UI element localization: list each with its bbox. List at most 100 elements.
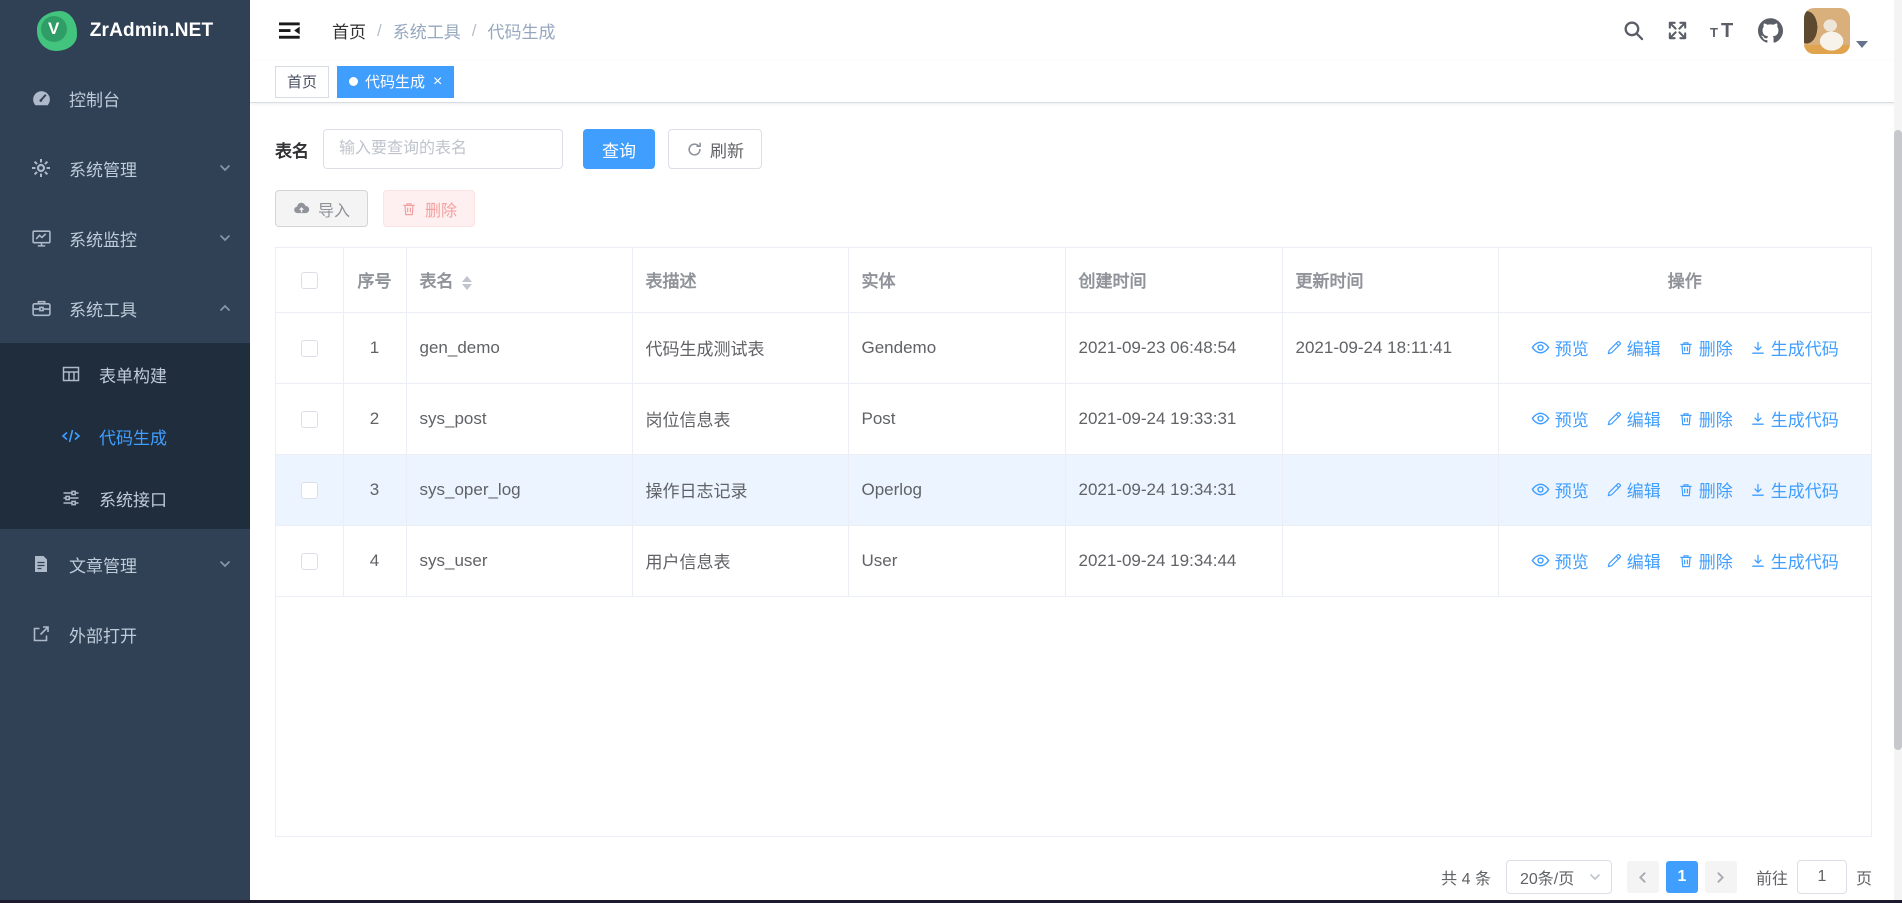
action-preview[interactable]: 预览 <box>1531 406 1589 431</box>
breadcrumb-item[interactable]: 首页 <box>332 18 366 43</box>
sidebar-item-form-build[interactable]: 表单构建 <box>0 343 250 405</box>
action-edit[interactable]: 编辑 <box>1606 477 1661 502</box>
sidebar-item-system-manage[interactable]: 系统管理 <box>0 133 250 203</box>
row-actions: 预览 编辑删除生成代码 <box>1512 406 1859 431</box>
sidebar-item-system-monitor[interactable]: 系统监控 <box>0 203 250 273</box>
cell-index: 2 <box>343 383 406 454</box>
edit-icon <box>1606 340 1622 356</box>
cell-description: 操作日志记录 <box>632 454 848 525</box>
select-all-checkbox[interactable] <box>301 272 318 289</box>
action-generate[interactable]: 生成代码 <box>1750 477 1839 502</box>
sidebar-item-system-tools[interactable]: 系统工具 <box>0 273 250 343</box>
next-page-button[interactable] <box>1705 861 1737 893</box>
eye-icon <box>1531 340 1550 355</box>
action-generate[interactable]: 生成代码 <box>1750 406 1839 431</box>
row-checkbox[interactable] <box>301 482 318 499</box>
goto-page-input[interactable] <box>1797 860 1847 894</box>
logo[interactable]: V ZrAdmin.NET <box>0 0 250 61</box>
action-delete[interactable]: 删除 <box>1678 548 1733 573</box>
action-edit[interactable]: 编辑 <box>1606 335 1661 360</box>
row-actions: 预览编辑删除 生成代码 <box>1512 335 1859 360</box>
gen-table: 序号表名表描述实体创建时间更新时间操作 1gen_demo代码生成测试表Gend… <box>275 247 1872 837</box>
action-edit[interactable]: 编辑 <box>1606 406 1661 431</box>
document-icon <box>30 554 52 574</box>
download-icon <box>1750 411 1766 427</box>
table-row[interactable]: 4sys_user用户信息表User2021-09-24 19:34:44预览编… <box>276 525 1871 596</box>
eye-icon <box>1531 482 1550 497</box>
row-actions: 预览编辑删除生成代码 <box>1512 477 1859 502</box>
table-name-input[interactable] <box>323 129 563 169</box>
sidebar-item-label: 系统接口 <box>99 486 167 511</box>
search-form: 表名 查询 刷新 <box>275 129 1872 169</box>
cell-entity: Gendemo <box>848 312 1065 383</box>
main-area: 首页/系统工具/代码生成 TT 首页代码生成× 表名 查询 <box>250 0 1902 903</box>
font-size-icon[interactable]: TT <box>1710 20 1737 41</box>
cell-description: 岗位信息表 <box>632 383 848 454</box>
table-row[interactable]: 3sys_oper_log操作日志记录Operlog2021-09-24 19:… <box>276 454 1871 525</box>
action-generate[interactable]: 生成代码 <box>1750 548 1839 573</box>
sidebar-collapse-icon[interactable] <box>279 21 302 40</box>
search-icon[interactable] <box>1622 19 1645 42</box>
table-row[interactable]: 2sys_post岗位信息表Post2021-09-24 19:33:31预览编… <box>276 383 1871 454</box>
action-edit[interactable]: 编辑 <box>1606 548 1661 573</box>
tab-code-gen[interactable]: 代码生成× <box>337 66 454 98</box>
chevron-down-icon <box>218 161 232 175</box>
search-button[interactable]: 查询 <box>583 129 655 169</box>
sidebar-item-article-manage[interactable]: 文章管理 <box>0 529 250 599</box>
page-unit-label: 页 <box>1856 865 1872 889</box>
trash-icon <box>1678 340 1694 356</box>
logo-letter: V <box>41 16 67 42</box>
sidebar-item-external-open[interactable]: 外部打开 <box>0 599 250 669</box>
avatar[interactable] <box>1804 8 1850 54</box>
action-label: 删除 <box>1699 548 1733 573</box>
cell-entity: User <box>848 525 1065 596</box>
fullscreen-icon[interactable] <box>1666 19 1689 42</box>
refresh-button[interactable]: 刷新 <box>668 129 762 169</box>
cell-index: 4 <box>343 525 406 596</box>
sidebar-item-code-gen[interactable]: 代码生成 <box>0 405 250 467</box>
chevron-down-icon <box>1588 870 1602 884</box>
column-header-description: 表描述 <box>632 248 848 312</box>
action-label: 预览 <box>1555 477 1589 502</box>
row-checkbox[interactable] <box>301 411 318 428</box>
action-preview[interactable]: 预览 <box>1531 335 1589 360</box>
sidebar-item-label: 系统监控 <box>69 226 137 251</box>
scrollbar-track <box>1894 0 1902 903</box>
action-delete[interactable]: 删除 <box>1678 406 1733 431</box>
action-label: 编辑 <box>1627 406 1661 431</box>
table-row[interactable]: 1gen_demo代码生成测试表Gendemo2021-09-23 06:48:… <box>276 312 1871 383</box>
row-checkbox[interactable] <box>301 340 318 357</box>
breadcrumb: 首页/系统工具/代码生成 <box>332 18 555 43</box>
top-navbar: 首页/系统工具/代码生成 TT <box>250 0 1902 61</box>
tags-view-bar: 首页代码生成× <box>250 61 1902 103</box>
page-size-select[interactable]: 20条/页 <box>1506 860 1612 894</box>
column-label: 实体 <box>862 272 896 291</box>
sidebar-submenu: 表单构建代码生成系统接口 <box>0 343 250 529</box>
import-button[interactable]: 导入 <box>275 190 368 227</box>
action-preview[interactable]: 预览 <box>1531 548 1589 573</box>
sidebar-item-dashboard[interactable]: 控制台 <box>0 63 250 133</box>
delete-button[interactable]: 删除 <box>383 190 475 227</box>
github-icon[interactable] <box>1758 18 1783 43</box>
page-number[interactable]: 1 <box>1666 861 1698 893</box>
goto-page: 前往 页 <box>1756 860 1872 894</box>
action-label: 生成代码 <box>1771 335 1839 360</box>
row-checkbox[interactable] <box>301 553 318 570</box>
action-preview[interactable]: 预览 <box>1531 477 1589 502</box>
download-icon <box>1750 340 1766 356</box>
user-menu[interactable] <box>1804 8 1868 54</box>
sort-caret-icon[interactable] <box>462 276 472 290</box>
scrollbar-thumb[interactable] <box>1894 130 1902 750</box>
breadcrumb-item: 系统工具 <box>393 18 461 43</box>
tab-home[interactable]: 首页 <box>275 66 329 98</box>
cell-updated <box>1282 525 1498 596</box>
action-delete[interactable]: 删除 <box>1678 477 1733 502</box>
dashboard-icon <box>30 88 52 109</box>
sidebar-item-system-api[interactable]: 系统接口 <box>0 467 250 529</box>
cell-name: sys_oper_log <box>406 454 632 525</box>
close-icon[interactable]: × <box>433 74 442 90</box>
prev-page-button[interactable] <box>1627 861 1659 893</box>
eye-icon <box>1531 553 1550 568</box>
action-delete[interactable]: 删除 <box>1678 335 1733 360</box>
action-generate[interactable]: 生成代码 <box>1750 335 1839 360</box>
